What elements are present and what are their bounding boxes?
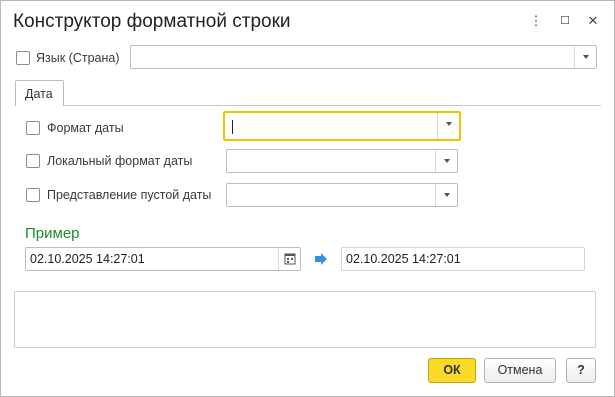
tab-divider	[64, 105, 601, 106]
example-input-value: 02.10.2025 14:27:01	[30, 252, 145, 266]
format-string-constructor-dialog: Конструктор форматной строки ⋮ ☐ ✕ Язык …	[0, 0, 615, 397]
language-combo[interactable]	[130, 45, 597, 69]
empty-date-label: Представление пустой даты	[47, 188, 212, 202]
calendar-icon	[284, 253, 296, 265]
maximize-icon[interactable]: ☐	[557, 13, 573, 29]
dialog-title: Конструктор форматной строки	[13, 11, 291, 32]
arrow-right-icon	[315, 253, 327, 265]
example-output-field: 02.10.2025 14:27:01	[341, 247, 585, 271]
date-format-label: Формат даты	[47, 121, 124, 135]
chevron-down-icon[interactable]	[437, 113, 459, 139]
date-format-checkbox[interactable]	[26, 121, 40, 135]
chevron-down-icon[interactable]	[435, 184, 457, 206]
more-icon[interactable]: ⋮	[528, 13, 544, 29]
language-checkbox[interactable]	[16, 51, 30, 65]
help-button[interactable]: ?	[566, 358, 596, 383]
tab-date[interactable]: Дата	[15, 80, 64, 106]
language-label: Язык (Страна)	[36, 51, 120, 65]
calendar-button[interactable]	[278, 248, 300, 270]
example-title: Пример	[25, 225, 80, 242]
cancel-button[interactable]: Отмена	[484, 358, 556, 383]
empty-date-combo[interactable]	[226, 183, 458, 207]
empty-date-checkbox[interactable]	[26, 188, 40, 202]
ok-button[interactable]: ОК	[428, 358, 476, 383]
chevron-down-icon[interactable]	[435, 150, 457, 172]
text-caret	[232, 120, 233, 134]
date-format-combo[interactable]	[223, 111, 461, 141]
local-date-format-combo[interactable]	[226, 149, 458, 173]
local-date-format-checkbox[interactable]	[26, 154, 40, 168]
example-output-value: 02.10.2025 14:27:01	[346, 252, 461, 266]
example-input-field[interactable]: 02.10.2025 14:27:01	[25, 247, 301, 271]
local-date-format-label: Локальный формат даты	[47, 154, 193, 168]
close-icon[interactable]: ✕	[585, 13, 601, 29]
format-string-textarea[interactable]	[14, 291, 596, 348]
chevron-down-icon[interactable]	[574, 46, 596, 68]
